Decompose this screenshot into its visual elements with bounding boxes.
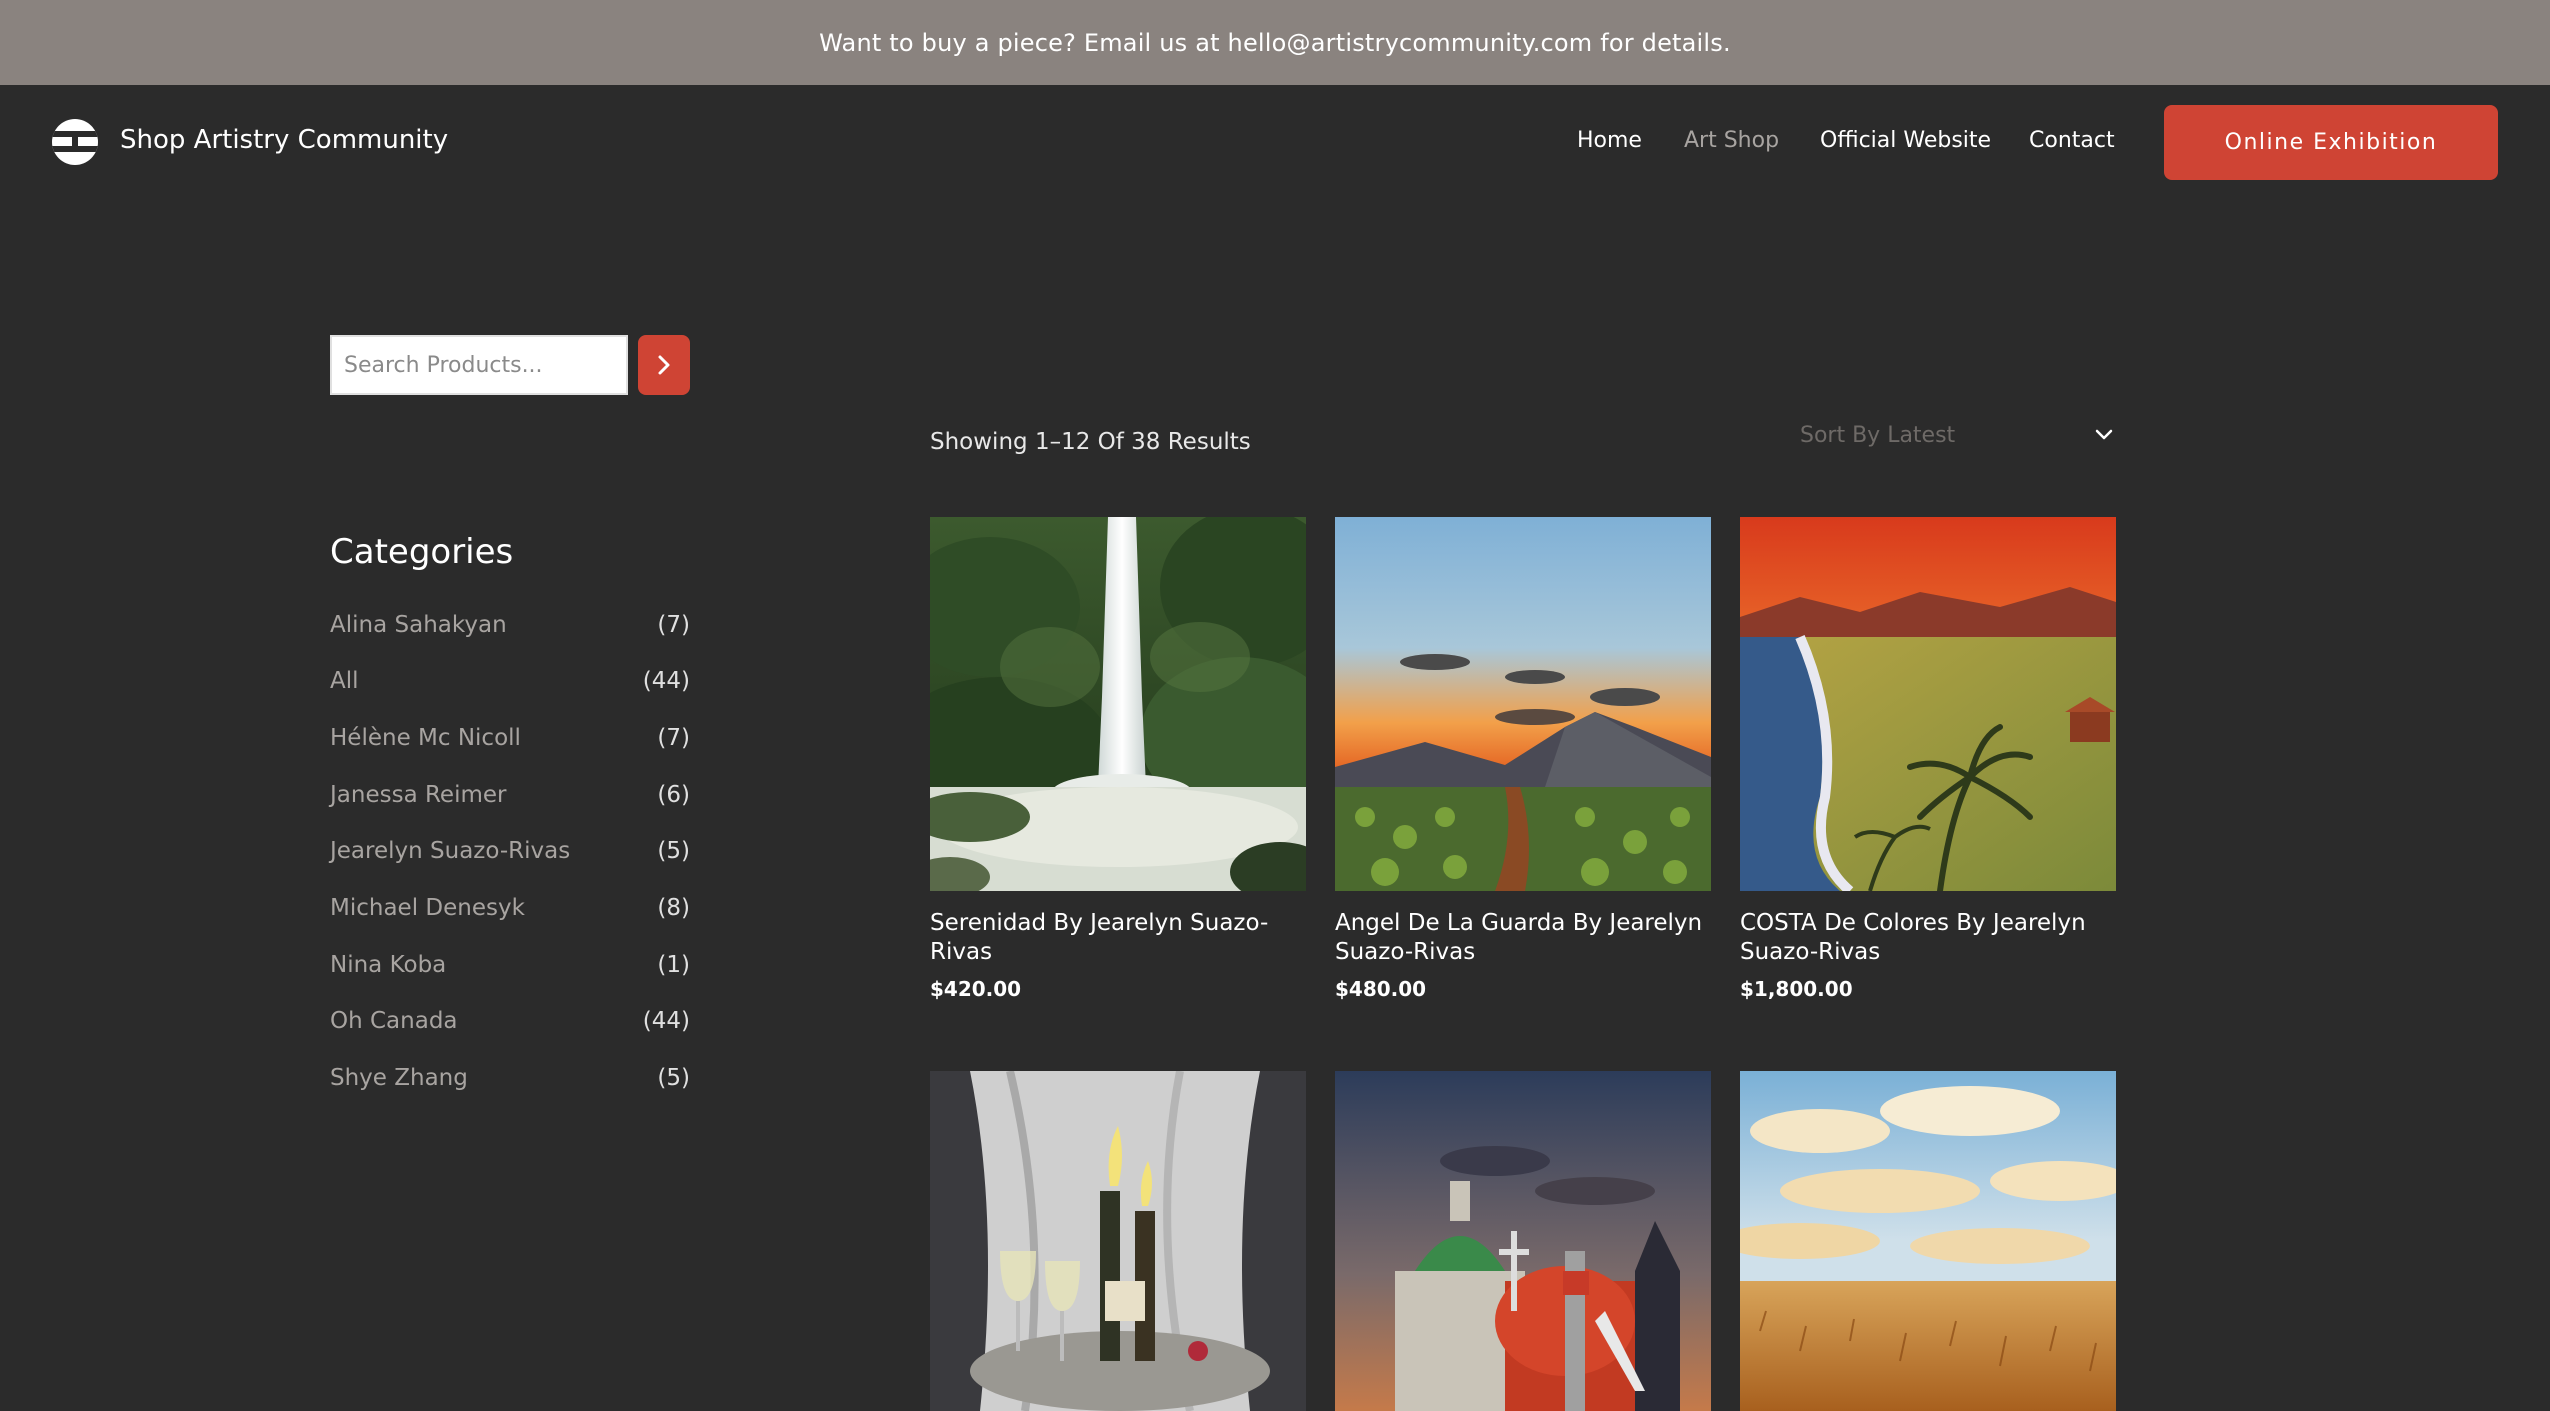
product-title[interactable]: Serenidad By Jearelyn Suazo-Rivas bbox=[930, 909, 1306, 967]
category-item[interactable]: Nina Koba (1) bbox=[330, 945, 690, 985]
announcement-bar: Want to buy a piece? Email us at hello@a… bbox=[0, 0, 2550, 85]
category-name[interactable]: Oh Canada bbox=[330, 1008, 458, 1034]
search-input[interactable] bbox=[330, 335, 628, 395]
product-price: $480.00 bbox=[1335, 977, 1427, 1001]
product-title[interactable]: Angel De La Guarda By Jearelyn Suazo-Riv… bbox=[1335, 909, 1711, 967]
product-image[interactable] bbox=[1335, 517, 1711, 891]
category-item[interactable]: Oh Canada (44) bbox=[330, 1001, 690, 1041]
category-item[interactable]: Shye Zhang (5) bbox=[330, 1058, 690, 1098]
category-item[interactable]: All (44) bbox=[330, 661, 690, 701]
online-exhibition-button[interactable]: Online Exhibition bbox=[2164, 105, 2498, 180]
product-card[interactable] bbox=[1740, 1071, 2116, 1411]
sort-select[interactable]: Sort By Latest bbox=[1800, 418, 2114, 452]
category-item[interactable]: Janessa Reimer (6) bbox=[330, 775, 690, 815]
category-name[interactable]: All bbox=[330, 668, 359, 694]
logo-icon[interactable] bbox=[52, 119, 98, 165]
category-name[interactable]: Michael Denesyk bbox=[330, 895, 525, 921]
product-image[interactable] bbox=[1335, 1071, 1711, 1411]
sort-label: Sort By Latest bbox=[1800, 422, 1956, 448]
nav-art-shop[interactable]: Art Shop bbox=[1684, 128, 1779, 153]
product-image[interactable] bbox=[930, 517, 1306, 891]
categories-title: Categories bbox=[330, 532, 514, 572]
category-count: (8) bbox=[657, 895, 690, 921]
nav-official-website[interactable]: Official Website bbox=[1820, 128, 1991, 153]
nav-contact[interactable]: Contact bbox=[2029, 128, 2115, 153]
category-item[interactable]: Michael Denesyk (8) bbox=[330, 888, 690, 928]
category-count: (5) bbox=[657, 1065, 690, 1091]
product-card[interactable]: Angel De La Guarda By Jearelyn Suazo-Riv… bbox=[1335, 517, 1711, 1001]
category-count: (5) bbox=[657, 838, 690, 864]
product-image[interactable] bbox=[1740, 1071, 2116, 1411]
category-name[interactable]: Alina Sahakyan bbox=[330, 612, 507, 638]
product-card[interactable] bbox=[1335, 1071, 1711, 1411]
category-name[interactable]: Janessa Reimer bbox=[330, 782, 506, 808]
product-image[interactable] bbox=[1740, 517, 2116, 891]
category-count: (6) bbox=[657, 782, 690, 808]
category-count: (1) bbox=[657, 952, 690, 978]
product-image[interactable] bbox=[930, 1071, 1306, 1411]
category-name[interactable]: Shye Zhang bbox=[330, 1065, 468, 1091]
chevron-down-icon bbox=[2095, 429, 2113, 440]
category-count: (7) bbox=[657, 725, 690, 751]
announcement-text: Want to buy a piece? Email us at hello@a… bbox=[819, 28, 1731, 57]
site-header: Shop Artistry Community Home Art Shop Of… bbox=[0, 85, 2550, 200]
category-item[interactable]: Alina Sahakyan (7) bbox=[330, 605, 690, 645]
brand-name[interactable]: Shop Artistry Community bbox=[120, 125, 448, 155]
product-title[interactable]: COSTA De Colores By Jearelyn Suazo-Rivas bbox=[1740, 909, 2116, 967]
chevron-right-icon bbox=[658, 355, 670, 375]
search-submit-button[interactable] bbox=[638, 335, 690, 395]
category-name[interactable]: Jearelyn Suazo-Rivas bbox=[330, 838, 570, 864]
category-count: (7) bbox=[657, 612, 690, 638]
product-card[interactable]: COSTA De Colores By Jearelyn Suazo-Rivas… bbox=[1740, 517, 2116, 1001]
category-name[interactable]: Hélène Mc Nicoll bbox=[330, 725, 521, 751]
results-count: Showing 1–12 Of 38 Results bbox=[930, 429, 1251, 455]
category-name[interactable]: Nina Koba bbox=[330, 952, 446, 978]
product-price: $420.00 bbox=[930, 977, 1022, 1001]
category-count: (44) bbox=[642, 668, 690, 694]
category-item[interactable]: Hélène Mc Nicoll (7) bbox=[330, 718, 690, 758]
category-item[interactable]: Jearelyn Suazo-Rivas (5) bbox=[330, 831, 690, 871]
product-price: $1,800.00 bbox=[1740, 977, 1853, 1001]
nav-home[interactable]: Home bbox=[1577, 128, 1642, 153]
product-card[interactable]: Serenidad By Jearelyn Suazo-Rivas $420.0… bbox=[930, 517, 1306, 1001]
product-card[interactable] bbox=[930, 1071, 1306, 1411]
category-count: (44) bbox=[642, 1008, 690, 1034]
